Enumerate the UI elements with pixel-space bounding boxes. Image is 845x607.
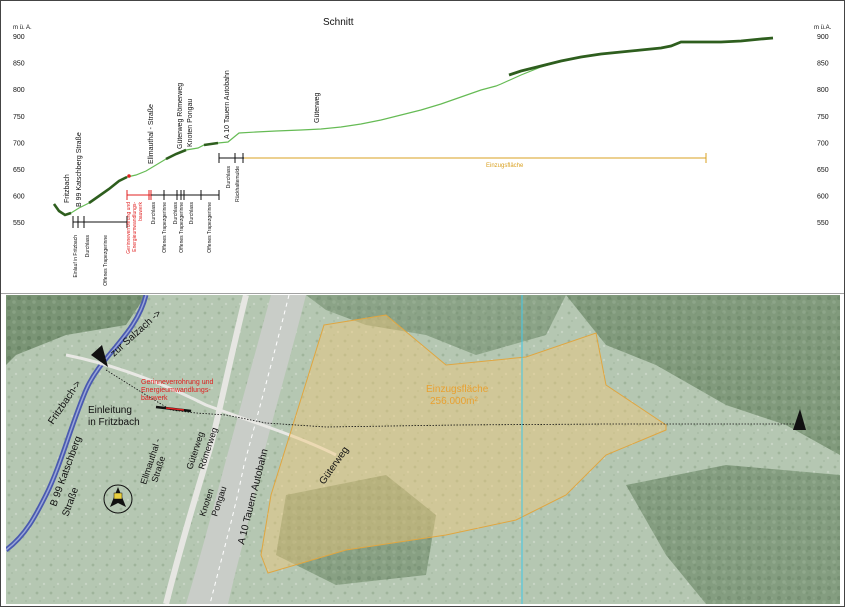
terrain-section-autobahn xyxy=(203,141,219,147)
label-offenes-trapezgerinne: Offenes Trapezgerinne xyxy=(207,202,213,253)
label-a10-autobahn: A 10 Tauern Autobahn xyxy=(224,70,231,139)
label-bauwerk: bauwerk xyxy=(138,202,144,221)
tick-label: 850 xyxy=(817,61,829,68)
tick-label: 800 xyxy=(817,87,829,94)
label-rueckhaltemulde: Rückhaltemulde xyxy=(235,166,241,202)
tick-label: 750 xyxy=(13,114,25,121)
label-gueterweg: Güterweg xyxy=(314,93,321,123)
tick-label: 900 xyxy=(13,34,25,41)
label-offenes-trapezgerinne: Offenes Trapezgerinne xyxy=(103,235,109,286)
label-energieumwandlung: Energieumwandlungs- xyxy=(141,387,211,394)
label-durchlass: Durchlass xyxy=(189,202,195,225)
einzugsflaeche-label: Einzugsfläche xyxy=(486,163,524,169)
tick-label: 550 xyxy=(13,220,25,227)
label-durchlass: Durchlass xyxy=(226,166,232,189)
label-durchlass: Durchlass xyxy=(151,202,157,225)
marker-red-point xyxy=(127,174,131,178)
longitudinal-section: Schnitt m ü. A. m ü.A. 900 850 800 750 700 65… xyxy=(1,17,844,294)
label-einzugsflaeche-area: 256.000m² xyxy=(430,396,478,407)
label-einlauf: Einlauf in Fritzbach xyxy=(73,235,79,278)
tick-label: 700 xyxy=(13,140,25,147)
label-einleitung: Einleitung xyxy=(88,405,132,416)
tick-labels-left: 900 850 800 750 700 650 600 550 xyxy=(13,34,25,227)
tick-label: 600 xyxy=(13,194,25,201)
label-fritzbach: Fritzbach xyxy=(64,174,71,203)
terrain-section-roemerweg xyxy=(165,148,187,161)
tick-label: 750 xyxy=(817,114,829,121)
label-offenes-trapezgerinne: Offenes Trapezgerinne xyxy=(179,202,185,253)
label-durchlass: Durchlass xyxy=(85,235,91,258)
terrain-section-b99 xyxy=(88,175,128,205)
tick-label: 650 xyxy=(13,167,25,174)
tick-label: 700 xyxy=(817,140,829,147)
terrain-section-fritzbach xyxy=(52,203,72,217)
label-gerinneverrohrung: Gerinneverrohrung und xyxy=(141,379,213,386)
label-b99-katschberg: B 99 Katschberg Straße xyxy=(76,132,83,207)
site-map: zur Salzach -> Fritzbach-> Einleitung in… xyxy=(6,295,840,604)
label-ellmauthal: Ellmauthal - Straße xyxy=(148,104,155,164)
label-bauwerk: bauwerk xyxy=(141,395,168,402)
tick-labels-right: 900 850 800 750 700 650 600 550 xyxy=(817,34,829,227)
label-gueterweg-roemerweg: Güterweg Römerweg xyxy=(177,83,184,149)
tick-label: 850 xyxy=(13,61,25,68)
terrain-section-upper xyxy=(508,36,774,77)
tick-label: 550 xyxy=(817,220,829,227)
tick-label: 900 xyxy=(817,34,829,41)
axis-unit-right: m ü.A. xyxy=(814,25,832,31)
axis-unit-left: m ü. A. xyxy=(13,25,32,31)
terrain-profile-light xyxy=(53,37,774,216)
tick-label: 650 xyxy=(817,167,829,174)
label-in-fritzbach: in Fritzbach xyxy=(88,417,140,428)
tick-label: 600 xyxy=(817,194,829,201)
label-knoten-pongau: Knoten Pongau xyxy=(187,99,194,147)
drawing-frame: Schnitt m ü. A. m ü.A. 900 850 800 750 700 65… xyxy=(0,0,845,607)
tick-label: 800 xyxy=(13,87,25,94)
label-offenes-trapezgerinne: Offenes Trapezgerinne xyxy=(162,202,168,253)
section-title: Schnitt xyxy=(323,17,354,28)
label-einzugsflaeche: Einzugsfläche xyxy=(426,384,489,395)
